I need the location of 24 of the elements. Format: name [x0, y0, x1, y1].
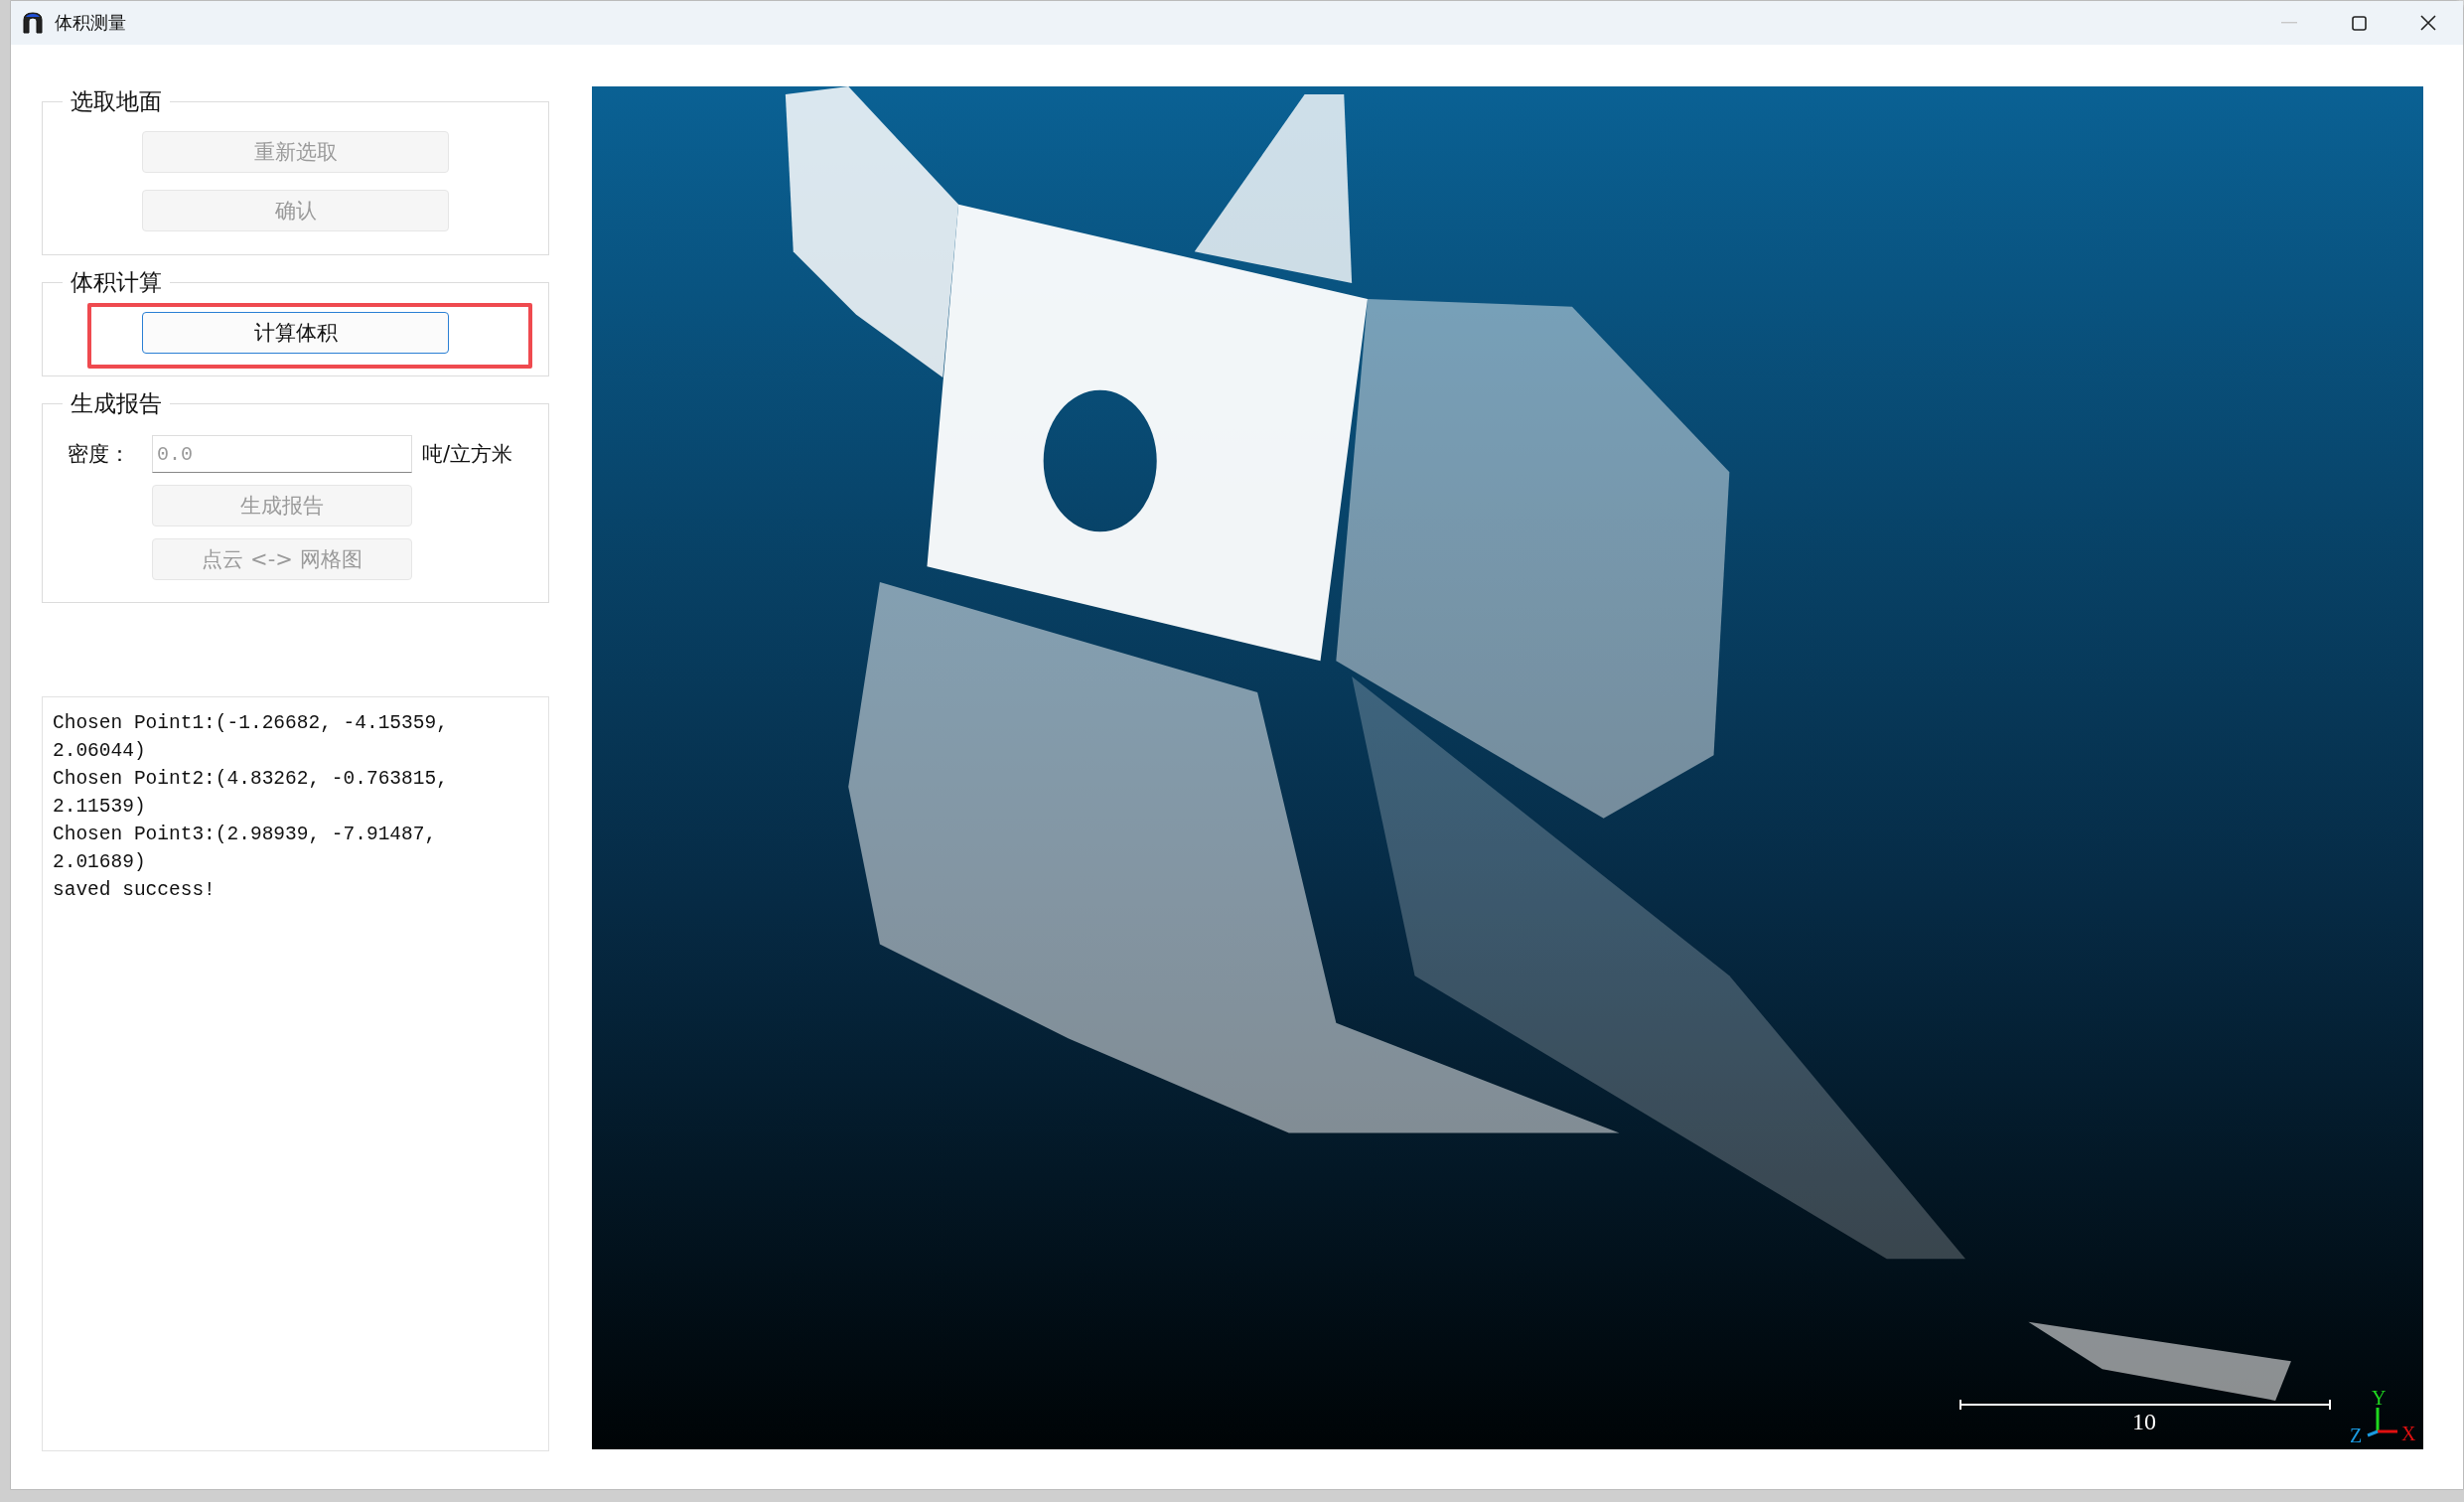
minimize-icon — [2281, 22, 2297, 24]
close-icon — [2420, 15, 2436, 31]
log-line: saved success! — [53, 878, 217, 903]
point-cloud-viewer[interactable]: 10 Y Z X — [592, 86, 2423, 1449]
group-title: 体积计算 — [70, 268, 163, 297]
density-field[interactable]: 0.0 — [152, 435, 412, 473]
calculate-volume-button[interactable]: 计算体积 — [142, 312, 449, 354]
unit-label: 吨/立方米 — [422, 441, 513, 468]
axis-label: X — [2401, 1424, 2416, 1443]
window-title: 体积测量 — [55, 11, 126, 35]
log-line: 2.11539) — [53, 795, 147, 820]
arch-icon — [21, 11, 45, 35]
scale-label: 10 — [2132, 1409, 2156, 1434]
axis-label: Z — [2350, 1426, 2363, 1445]
maximize-icon — [2351, 15, 2367, 31]
log-line: Chosen Point1:(-1.26682, -4.15359, — [53, 711, 449, 736]
density-label: 密度： — [68, 441, 131, 468]
axis-label: Y — [2372, 1388, 2387, 1408]
group-title: 生成报告 — [70, 389, 163, 418]
log-line: 2.06044) — [53, 739, 147, 764]
log-line: 2.01689) — [53, 850, 147, 875]
group-title: 选取地面 — [70, 87, 163, 116]
log-line: Chosen Point2:(4.83262, -0.763815, — [53, 767, 449, 792]
log-line: Chosen Point3:(2.98939, -7.91487, — [53, 823, 438, 847]
